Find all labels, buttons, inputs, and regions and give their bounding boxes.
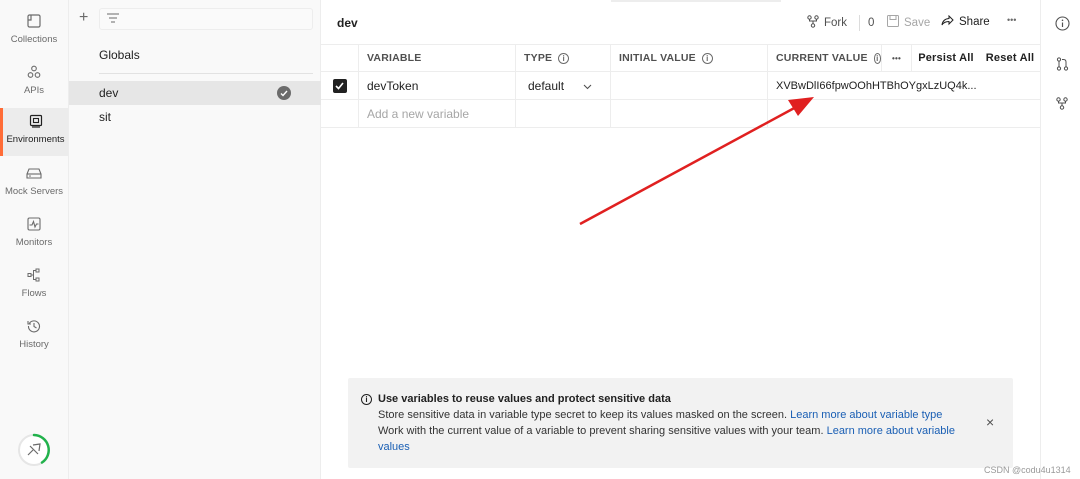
banner-title: Use variables to reuse values and protec…: [378, 393, 671, 405]
page-title: dev: [337, 16, 358, 30]
rail-item-collections[interactable]: Collections: [0, 8, 68, 56]
globals-item[interactable]: Globals: [99, 48, 140, 62]
add-environment-button[interactable]: +: [79, 10, 88, 26]
empty-type-cell: [516, 100, 611, 127]
empty-current-cell: [768, 100, 1040, 127]
empty-checkbox-cell: [321, 100, 359, 127]
rail-label: History: [19, 339, 49, 350]
rail-item-history[interactable]: History: [0, 313, 68, 361]
header-variable: VARIABLE: [359, 45, 516, 71]
add-variable-row[interactable]: Add a new variable: [321, 100, 1040, 128]
save-button[interactable]: Save: [887, 15, 930, 30]
close-icon[interactable]: ×: [986, 414, 994, 430]
monitors-icon: [25, 215, 43, 233]
share-icon: [941, 14, 954, 29]
banner-line-2: Work with the current value of a variabl…: [378, 425, 955, 437]
fork-label: Fork: [824, 17, 847, 29]
type-value: default: [528, 78, 565, 93]
share-button[interactable]: Share: [941, 14, 990, 29]
header-current-value-label: CURRENT VALUE: [776, 52, 868, 64]
rail-label: Environments: [6, 134, 65, 145]
fork-icon[interactable]: [1054, 95, 1070, 111]
environment-name: sit: [99, 110, 111, 124]
rail-label: APIs: [23, 85, 45, 96]
pull-request-icon[interactable]: [1054, 56, 1070, 72]
info-icon[interactable]: i: [558, 52, 570, 64]
rail-item-mock-servers[interactable]: Mock Servers: [0, 160, 68, 208]
banner-text: Work with the current value of a variabl…: [378, 425, 827, 437]
variable-name-cell[interactable]: devToken: [359, 72, 516, 99]
row-checkbox-cell: [321, 72, 359, 99]
info-banner: i Use variables to reuse values and prot…: [348, 378, 1013, 468]
banner-line-1: Store sensitive data in variable type se…: [378, 409, 942, 421]
header-checkbox-cell: [321, 45, 359, 71]
info-icon: i: [361, 394, 372, 405]
right-sidebar: [1040, 0, 1080, 479]
banner-line-3: values: [378, 441, 410, 453]
more-options-button[interactable]: •••: [1007, 15, 1016, 25]
table-header-row: VARIABLE TYPE i INITIAL VALUE i CURRENT VA…: [321, 44, 1040, 72]
learn-more-variable-type-link[interactable]: Learn more about variable type: [790, 409, 942, 421]
type-select[interactable]: default: [516, 72, 611, 99]
filter-icon[interactable]: [107, 12, 119, 26]
learn-more-variable-values-link[interactable]: values: [378, 441, 410, 453]
tab-indicator: [611, 0, 781, 2]
banner-text: Store sensitive data in variable type se…: [378, 409, 791, 421]
share-label: Share: [959, 16, 990, 28]
history-icon: [25, 317, 43, 335]
rail-label: Monitors: [15, 237, 53, 248]
save-icon: [887, 15, 899, 30]
collections-icon: [25, 12, 43, 30]
flows-icon: [25, 266, 43, 284]
row-enabled-checkbox[interactable]: [332, 78, 347, 93]
header-initial-value-label: INITIAL VALUE: [619, 52, 696, 64]
initial-value-cell[interactable]: [611, 72, 768, 99]
rail-item-monitors[interactable]: Monitors: [0, 211, 68, 259]
active-environment-check-icon[interactable]: [277, 86, 291, 100]
environments-icon: [27, 112, 45, 130]
persist-all-button[interactable]: Persist All: [912, 45, 980, 71]
environment-name: dev: [99, 86, 119, 100]
table-row[interactable]: devToken default XVBwDlI66fpwOOhHTBhOYgx…: [321, 72, 1040, 100]
current-value-cell[interactable]: XVBwDlI66fpwOOhHTBhOYgxLzUQ4k...: [768, 72, 1040, 99]
info-icon[interactable]: i: [873, 52, 881, 64]
rail-label: Mock Servers: [4, 186, 64, 197]
header-more-button[interactable]: •••: [882, 45, 912, 71]
header-variable-label: VARIABLE: [367, 52, 422, 64]
rail-item-environments[interactable]: Environments: [0, 108, 68, 156]
header-current-value: CURRENT VALUE i: [768, 45, 882, 71]
rail-label: Flows: [21, 288, 47, 299]
divider: [99, 73, 313, 74]
environment-list-panel: + Globals dev sit: [69, 0, 321, 479]
add-variable-input[interactable]: Add a new variable: [359, 100, 516, 127]
header-type: TYPE i: [516, 45, 611, 71]
learn-more-variable-values-link[interactable]: Learn more about variable: [827, 425, 955, 437]
environment-item-dev[interactable]: dev: [69, 81, 321, 105]
apis-icon: [25, 63, 43, 81]
search-environments-input[interactable]: [99, 8, 313, 30]
rail-item-flows[interactable]: Flows: [0, 262, 68, 310]
rail-item-apis[interactable]: APIs: [0, 59, 68, 107]
empty-initial-cell: [611, 100, 768, 127]
reset-all-button[interactable]: Reset All: [980, 45, 1040, 71]
save-label: Save: [904, 16, 931, 29]
sidebar-rail: Collections APIs Environments Mock Serve…: [0, 0, 69, 479]
fork-count: 0: [859, 15, 874, 31]
fork-button[interactable]: Fork: [807, 15, 847, 31]
environment-item-sit[interactable]: sit: [69, 105, 321, 129]
info-icon[interactable]: i: [701, 52, 713, 64]
watermark: CSDN @codu4u1314: [984, 465, 1071, 475]
fork-icon: [807, 15, 819, 31]
rail-label: Collections: [10, 34, 58, 45]
mock-servers-icon: [25, 164, 43, 182]
header-type-label: TYPE: [524, 52, 553, 64]
info-icon[interactable]: [1054, 15, 1070, 31]
header-initial-value: INITIAL VALUE i: [611, 45, 768, 71]
chevron-down-icon: [583, 79, 592, 93]
status-progress-icon[interactable]: [16, 432, 52, 468]
